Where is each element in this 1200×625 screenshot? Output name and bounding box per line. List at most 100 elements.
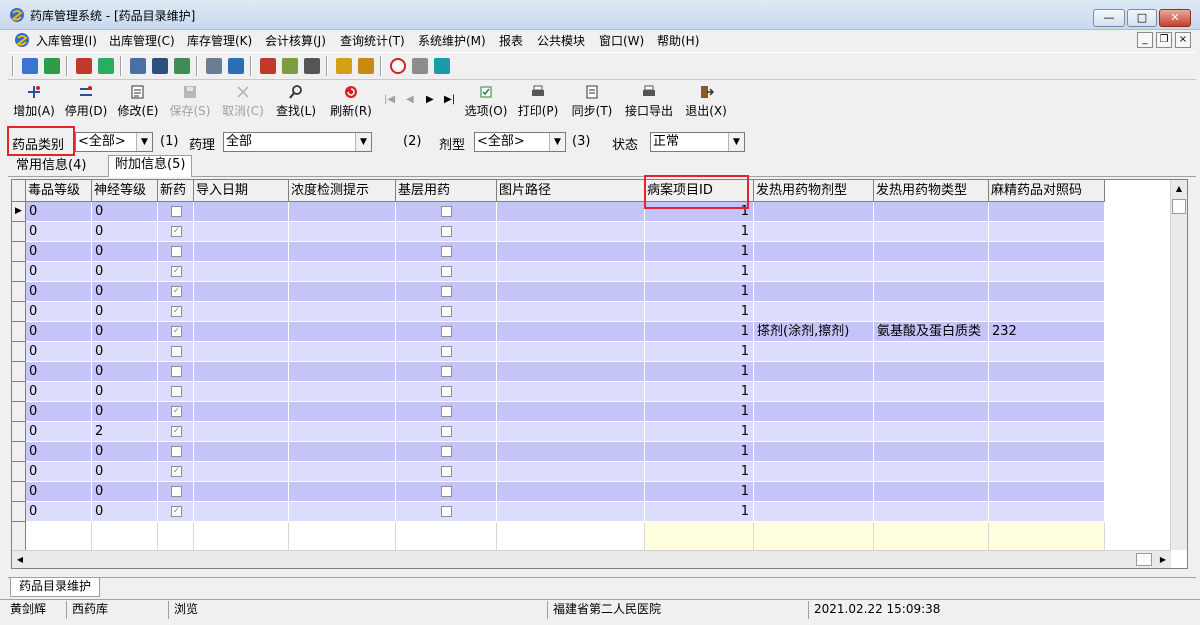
table-cell[interactable] [289, 482, 396, 502]
card-icon[interactable] [152, 58, 168, 74]
table-cell[interactable]: 0 [26, 442, 92, 462]
table-cell[interactable] [396, 522, 497, 552]
row-indicator[interactable] [12, 402, 26, 422]
table-cell[interactable] [158, 442, 194, 462]
table-cell[interactable] [874, 302, 989, 322]
table-cell[interactable]: 1 [645, 422, 754, 442]
list-icon[interactable] [174, 58, 190, 74]
open-doc-icon[interactable] [22, 58, 38, 74]
table-cell[interactable] [497, 382, 645, 402]
table-cell[interactable] [158, 202, 194, 222]
table-cell[interactable] [754, 362, 874, 382]
minimize-button[interactable]: — [1093, 9, 1125, 27]
table-cell[interactable] [754, 422, 874, 442]
table-cell[interactable]: 0 [26, 482, 92, 502]
table-row[interactable]: ▶ 0 0 1 [12, 202, 1105, 222]
table-cell[interactable] [497, 282, 645, 302]
table-row[interactable]: 0 0 ✓ 1 [12, 302, 1105, 322]
table-cell[interactable] [874, 222, 989, 242]
table-cell[interactable]: 0 [92, 442, 158, 462]
table-cell[interactable] [158, 382, 194, 402]
table-cell[interactable]: 1 [645, 222, 754, 242]
row-indicator[interactable] [12, 262, 26, 282]
table-cell[interactable] [497, 522, 645, 552]
chevron-down-icon[interactable]: ▼ [549, 133, 565, 151]
table-cell[interactable] [194, 402, 289, 422]
table-cell[interactable] [754, 402, 874, 422]
table-cell[interactable] [194, 522, 289, 552]
table-row[interactable]: 0 0 ✓ 1 [12, 262, 1105, 282]
menu-outbound[interactable]: 出库管理(C) [109, 32, 175, 49]
table-cell[interactable] [396, 262, 497, 282]
vertical-scrollbar[interactable]: ▲ [1170, 180, 1187, 550]
table-cell[interactable] [289, 402, 396, 422]
checkbox[interactable] [441, 266, 452, 277]
table-cell[interactable] [194, 202, 289, 222]
mdi-restore-button[interactable]: ❐ [1156, 32, 1172, 48]
table-cell[interactable] [92, 522, 158, 552]
check-icon[interactable] [98, 58, 114, 74]
table-cell[interactable] [754, 302, 874, 322]
table-row[interactable]: 0 0 ✓ 1 [12, 222, 1105, 242]
column-header[interactable]: 导入日期 [194, 180, 289, 202]
checkbox[interactable] [171, 246, 182, 257]
search-icon[interactable] [304, 58, 320, 74]
table-cell[interactable] [497, 502, 645, 522]
row-indicator[interactable] [12, 502, 26, 522]
table-cell[interactable] [289, 322, 396, 342]
table-row[interactable]: 0 0 ✓ 1 [12, 462, 1105, 482]
table-row[interactable]: 00 1 [12, 362, 1105, 382]
table-cell[interactable]: 1 [645, 402, 754, 422]
table-cell[interactable] [497, 362, 645, 382]
menu-system[interactable]: 系统维护(M) [418, 32, 486, 49]
table-cell[interactable] [989, 462, 1105, 482]
table-cell[interactable] [289, 382, 396, 402]
table-cell[interactable]: 0 [92, 482, 158, 502]
checkbox[interactable] [441, 426, 452, 437]
menu-accounting[interactable]: 会计核算(J) [265, 32, 326, 49]
table-cell[interactable]: 0 [92, 282, 158, 302]
table-cell[interactable]: 0 [92, 242, 158, 262]
table-cell[interactable] [874, 422, 989, 442]
checkbox[interactable] [441, 286, 452, 297]
stop-icon[interactable] [390, 58, 406, 74]
column-header[interactable]: 浓度检测提示 [289, 180, 396, 202]
table-cell[interactable] [289, 502, 396, 522]
table-cell[interactable] [497, 442, 645, 462]
table-cell[interactable] [989, 342, 1105, 362]
chevron-down-icon[interactable]: ▼ [136, 133, 152, 151]
checkbox[interactable]: ✓ [171, 286, 182, 297]
table-cell[interactable] [989, 502, 1105, 522]
table-cell[interactable]: 0 [26, 282, 92, 302]
table-cell[interactable] [497, 342, 645, 362]
table-cell[interactable] [989, 482, 1105, 502]
sync-button[interactable]: 同步(T) [570, 82, 614, 120]
tree-icon[interactable] [282, 58, 298, 74]
table-cell[interactable]: 0 [92, 342, 158, 362]
table-cell[interactable] [396, 442, 497, 462]
table-cell[interactable] [194, 362, 289, 382]
table-cell[interactable] [874, 282, 989, 302]
table-cell[interactable] [158, 482, 194, 502]
close-button[interactable]: ✕ [1159, 9, 1191, 27]
checkbox[interactable] [441, 306, 452, 317]
table-cell[interactable] [158, 242, 194, 262]
checkbox[interactable] [171, 386, 182, 397]
table-cell[interactable] [754, 502, 874, 522]
table-cell[interactable] [396, 242, 497, 262]
table-cell[interactable] [396, 382, 497, 402]
table-cell[interactable]: 0 [26, 462, 92, 482]
table-row[interactable]: 0 0 ✓ 1 搽剂(涂剂,擦剂) 氨基酸及蛋白质类 232 [12, 322, 1105, 342]
table-cell[interactable]: 1 [645, 482, 754, 502]
table-cell[interactable] [874, 342, 989, 362]
table-cell[interactable] [289, 362, 396, 382]
cancel-button[interactable]: 取消(C) [220, 82, 266, 120]
row-indicator[interactable] [12, 242, 26, 262]
table-cell[interactable]: 1 [645, 362, 754, 382]
table-icon[interactable] [228, 58, 244, 74]
table-cell[interactable] [497, 202, 645, 222]
dosage-select[interactable]: <全部> ▼ [474, 132, 566, 152]
menu-public[interactable]: 公共模块 [537, 32, 585, 49]
table-row[interactable]: 00 1 [12, 382, 1105, 402]
row-indicator[interactable] [12, 382, 26, 402]
